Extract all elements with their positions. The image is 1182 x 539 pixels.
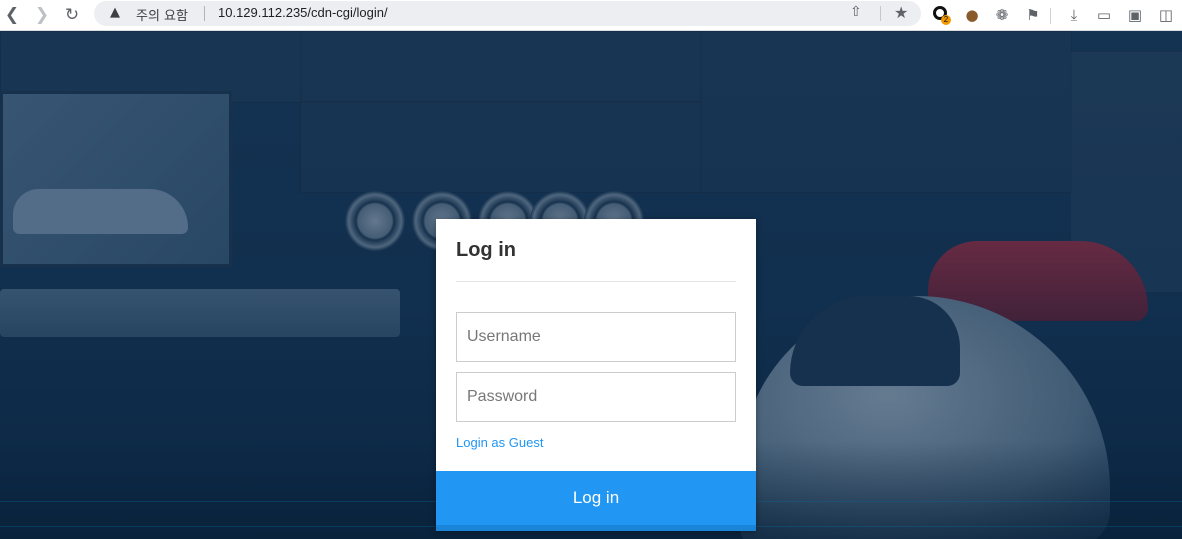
security-warning-label[interactable]: 주의 요함: [136, 5, 188, 24]
address-bar[interactable]: ▲ 주의 요함 10.129.112.235/cdn-cgi/login/ ⇧ …: [94, 1, 921, 26]
browser-toolbar: ❮ ❯ ↻ ▲ 주의 요함 10.129.112.235/cdn-cgi/log…: [0, 0, 1182, 31]
bookmark-star-icon[interactable]: ★: [894, 3, 908, 22]
tab-window-icon[interactable]: ▭: [1093, 4, 1115, 26]
back-icon[interactable]: ❮: [0, 3, 24, 27]
download-icon[interactable]: ⤓: [1063, 4, 1085, 26]
password-input[interactable]: [456, 372, 736, 422]
share-icon[interactable]: ⇧: [850, 4, 862, 20]
login-button[interactable]: Log in: [436, 471, 756, 531]
login-title: Log in: [456, 239, 516, 261]
toolbar-separator: [1050, 8, 1051, 24]
cookie-icon[interactable]: ●: [961, 4, 983, 26]
username-input[interactable]: [456, 312, 736, 362]
login-as-guest-link[interactable]: Login as Guest: [456, 435, 543, 450]
reload-icon[interactable]: ↻: [60, 3, 84, 27]
warning-icon[interactable]: ▲: [110, 5, 120, 20]
screenshot-icon[interactable]: ▣: [1124, 4, 1146, 26]
address-separator: [204, 6, 205, 21]
url-text[interactable]: 10.129.112.235/cdn-cgi/login/: [218, 5, 388, 20]
extension-gear-icon[interactable]: ❁: [991, 4, 1013, 26]
forward-icon[interactable]: ❯: [30, 3, 54, 27]
puzzle-icon[interactable]: ⚑: [1022, 4, 1044, 26]
extension-badge: 2: [941, 15, 951, 25]
title-divider: [456, 281, 736, 282]
side-panel-icon[interactable]: ◫: [1155, 4, 1177, 26]
login-form: Log in Login as Guest Log in: [436, 219, 756, 531]
address-separator: [880, 6, 881, 21]
extension-o-icon[interactable]: 2: [931, 4, 951, 26]
